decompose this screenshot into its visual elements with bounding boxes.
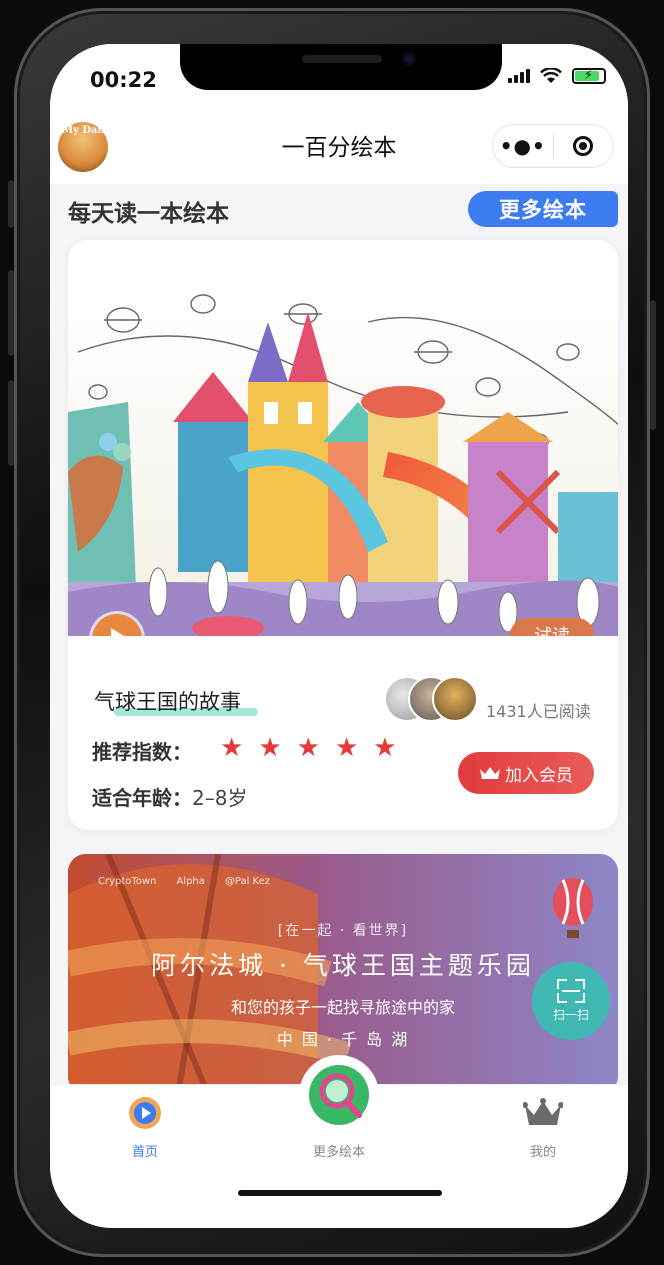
section-header: 每天读一本绘本 更多绘本 — [50, 184, 628, 240]
close-mini-program-button[interactable] — [553, 136, 613, 156]
rating-label: 推荐指数： — [92, 740, 192, 764]
tab-more-books-label: 更多绘本 — [312, 1145, 365, 1160]
reader-avatar — [432, 676, 478, 722]
volume-down-button — [8, 380, 14, 466]
reader-count: 1431人已阅读 — [486, 702, 591, 721]
reader-avatars — [384, 676, 478, 722]
tab-home[interactable]: 首页 — [90, 1095, 200, 1160]
book-card[interactable]: 试读 气球王国的故事 1431人已阅读 推荐指数： ★ ★ ★ ★ ★ 适合年龄… — [68, 240, 618, 830]
book-cover-illustration[interactable]: 试读 — [68, 292, 618, 636]
more-menu-button[interactable]: •●• — [493, 134, 553, 158]
join-membership-label: 加入会员 — [505, 765, 573, 786]
mute-switch — [8, 180, 14, 228]
tab-mine[interactable]: 我的 — [488, 1095, 598, 1160]
star-icon: ★ — [373, 733, 397, 763]
notch — [180, 44, 502, 90]
battery-icon: ⚡ — [572, 68, 606, 84]
more-books-button[interactable]: 更多绘本 — [468, 191, 618, 227]
try-read-button[interactable]: 试读 — [510, 618, 594, 636]
crown-icon — [480, 767, 500, 779]
tab-more-books-button[interactable] — [299, 1055, 379, 1135]
age-label: 适合年龄： — [92, 786, 192, 810]
menu-capsule: •●• — [492, 124, 614, 168]
crown-icon — [522, 1098, 564, 1125]
target-icon — [573, 136, 594, 156]
brand-logo: @Pal Kez — [224, 876, 271, 887]
scan-button[interactable]: 扫一扫 — [532, 962, 610, 1040]
scan-label: 扫一扫 — [552, 1008, 589, 1022]
home-icon — [129, 1097, 161, 1129]
brand-logos: CryptoTown Alpha @Pal Kez — [98, 876, 270, 887]
rating-stars: ★ ★ ★ ★ ★ — [220, 735, 397, 761]
home-indicator[interactable] — [238, 1190, 442, 1196]
banner-headline: 阿尔法城 · 气球王国主题乐园 — [151, 951, 535, 980]
star-icon: ★ — [258, 733, 282, 763]
star-icon: ★ — [220, 733, 244, 763]
star-icon: ★ — [296, 733, 320, 763]
brand-logo: Alpha — [176, 876, 205, 887]
banner-tagline: [在一起 · 看世界] — [277, 923, 409, 939]
banner-location: 中 国 · 千 岛 湖 — [276, 1030, 410, 1049]
bottom-tab-bar: 首页 更多绘本 我的 — [50, 1055, 628, 1228]
age-row: 适合年龄：2–8岁 — [92, 782, 247, 811]
search-icon — [309, 1065, 369, 1125]
status-time: 00:22 — [90, 68, 157, 92]
join-membership-button[interactable]: 加入会员 — [458, 752, 594, 794]
power-button — [650, 300, 656, 430]
star-icon: ★ — [334, 733, 359, 763]
section-title: 每天读一本绘本 — [68, 201, 229, 227]
age-value: 2–8岁 — [192, 786, 248, 810]
brand-logo: CryptoTown — [98, 876, 157, 887]
book-title[interactable]: 气球王国的故事 — [94, 686, 241, 716]
phone-screen: 00:22 ⚡ My Dan 一百分绘本 •●• 每天读一本绘本 更多绘本 气球… — [50, 44, 628, 1228]
tab-home-label: 首页 — [131, 1145, 158, 1160]
volume-up-button — [8, 270, 14, 356]
tab-more-books[interactable]: 更多绘本 — [284, 1135, 394, 1160]
scan-icon — [557, 979, 585, 1003]
wifi-icon — [540, 68, 562, 83]
tab-mine-label: 我的 — [529, 1145, 556, 1160]
cellular-signal-icon — [508, 69, 530, 83]
